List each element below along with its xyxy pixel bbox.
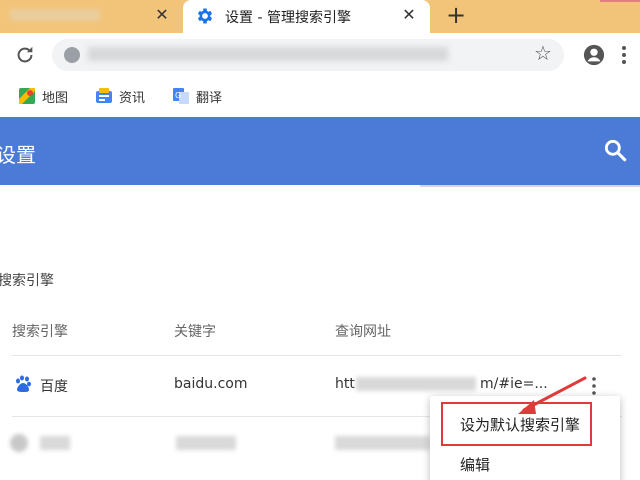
blurred-url [88, 47, 448, 61]
tab-strip: ✕ 设置 - 管理搜索引擎 ✕ + [0, 0, 640, 33]
gear-icon [197, 8, 213, 24]
window-control[interactable] [600, 0, 640, 8]
address-bar[interactable] [52, 39, 564, 71]
settings-header: 设置 [0, 117, 640, 185]
profile-icon[interactable] [583, 44, 605, 66]
baidu-paw-icon [16, 375, 31, 392]
translate-icon: G [173, 88, 189, 104]
close-icon[interactable]: ✕ [152, 5, 172, 25]
browser-toolbar: ☆ [0, 33, 640, 77]
reload-icon[interactable] [14, 44, 36, 66]
section-title: 搜索引擎 [0, 273, 54, 289]
blurred-url [356, 377, 476, 391]
svg-text:G: G [175, 91, 181, 100]
column-header-engine: 搜索引擎 [12, 324, 68, 340]
bookmark-translate[interactable]: G 翻译 [172, 86, 222, 106]
search-icon[interactable] [602, 137, 628, 163]
site-info-icon[interactable] [64, 47, 80, 63]
engine-keyword: baidu.com [174, 376, 248, 392]
divider [12, 355, 622, 356]
engine-url-prefix: htt [335, 376, 355, 392]
page-title: 设置 [0, 143, 36, 167]
search-field-underline [420, 185, 640, 187]
blurred-engine-icon [10, 434, 28, 452]
bookmark-maps[interactable]: 地图 [18, 86, 68, 106]
column-header-url: 查询网址 [335, 324, 391, 340]
more-menu-icon[interactable] [618, 44, 630, 66]
menu-item-edit[interactable]: 编辑 [460, 454, 490, 475]
bookmarks-bar: 地图 资讯 G 翻译 [0, 77, 640, 115]
blurred-tab-title [10, 9, 100, 21]
close-icon[interactable]: ✕ [399, 5, 419, 25]
news-icon [96, 88, 112, 103]
tab-inactive[interactable]: ✕ [0, 0, 180, 33]
tab-title: 设置 - 管理搜索引擎 [225, 10, 351, 26]
blurred-url [335, 436, 430, 450]
bookmark-star-icon[interactable]: ☆ [532, 43, 554, 65]
bookmark-label: 翻译 [196, 90, 223, 106]
column-header-keyword: 关键字 [174, 324, 216, 340]
new-tab-button[interactable]: + [443, 3, 469, 29]
maps-icon [19, 88, 35, 104]
bookmark-label: 地图 [42, 90, 69, 106]
bookmark-label: 资讯 [119, 90, 146, 106]
tab-settings[interactable]: 设置 - 管理搜索引擎 ✕ [183, 0, 430, 33]
blurred-engine-name [40, 436, 70, 450]
blurred-keyword [176, 436, 236, 450]
arrow-annotation-icon [518, 376, 587, 414]
engine-name: 百度 [40, 379, 68, 395]
bookmark-news[interactable]: 资讯 [95, 86, 145, 106]
